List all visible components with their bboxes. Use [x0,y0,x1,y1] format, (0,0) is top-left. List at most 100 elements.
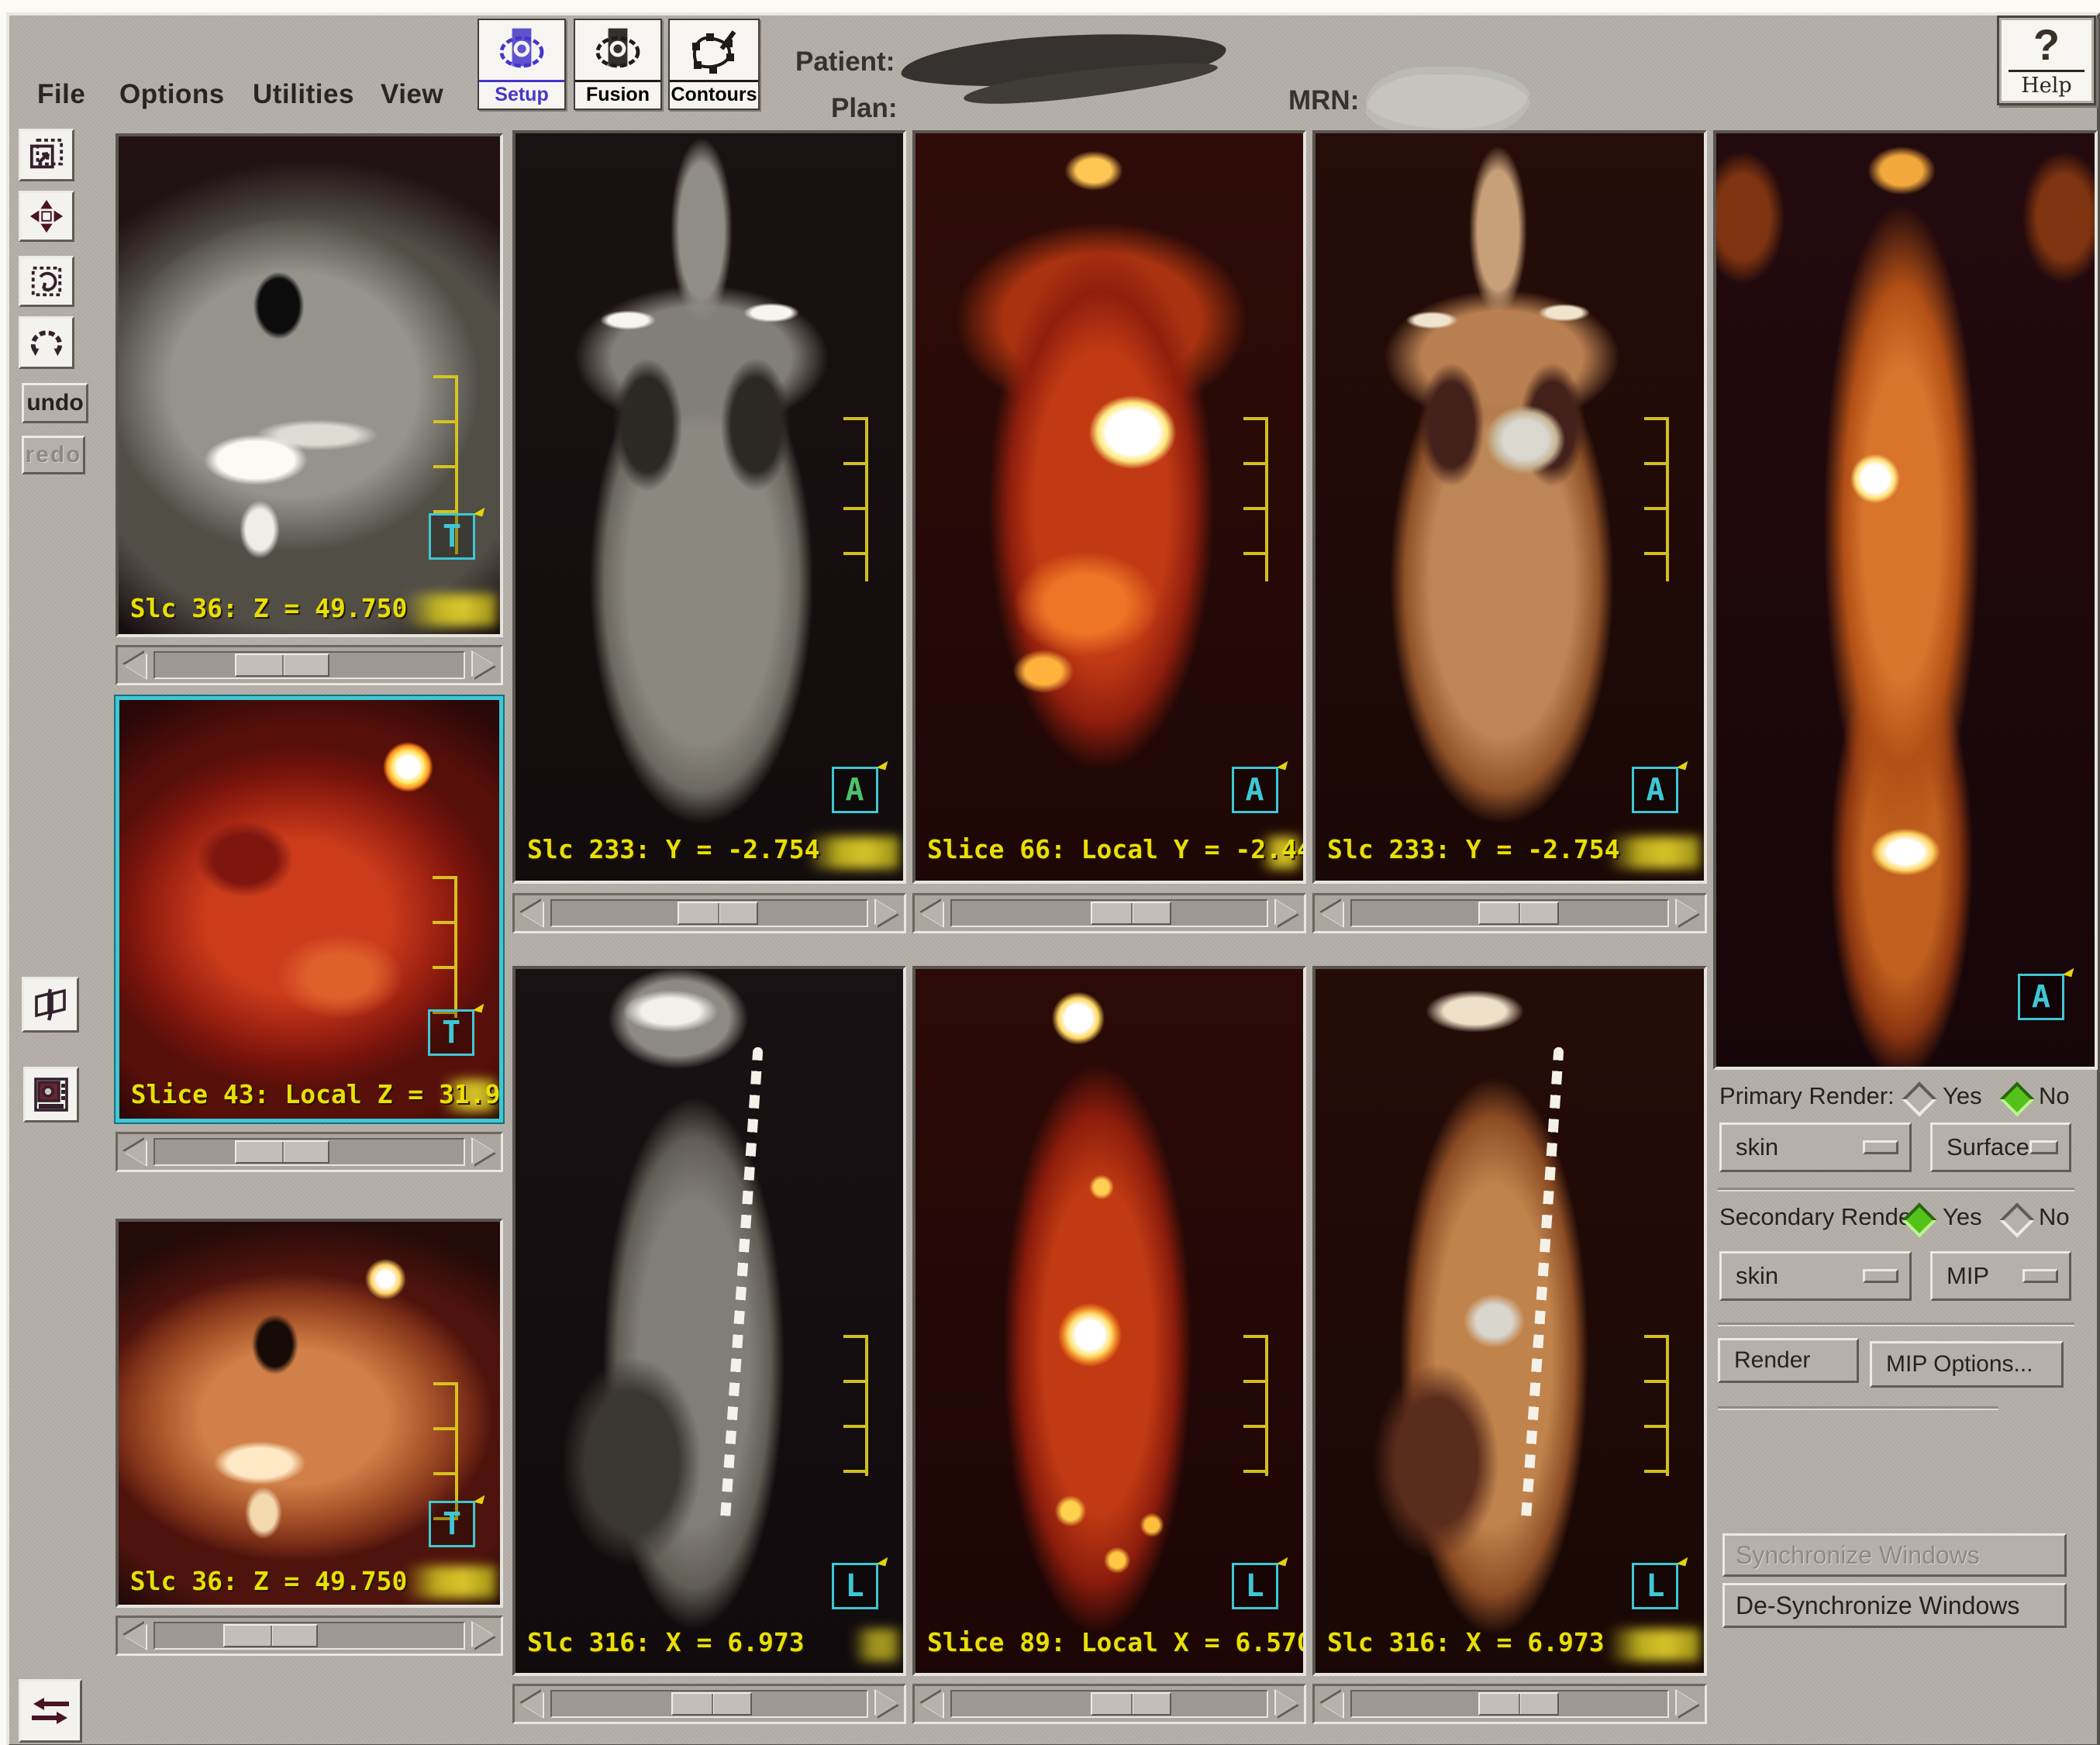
setup-button[interactable]: Setup [478,19,566,110]
rotate-slice-icon [29,264,64,299]
scroll-trough[interactable] [950,1690,1268,1718]
scroll-trough[interactable] [153,1138,465,1166]
scale-ruler [433,876,457,1019]
setup-caption: Setup [479,80,564,109]
fusion-caption: Fusion [575,80,660,109]
sagittal-fused-scrollbar[interactable] [1312,1684,1707,1724]
scale-ruler [843,417,868,581]
scale-ruler [433,1382,458,1520]
scroll-right-arrow[interactable] [473,1139,495,1165]
scroll-left-arrow[interactable] [521,900,543,926]
scroll-left-arrow[interactable] [921,900,943,926]
primary-no-radio[interactable] [1999,1081,2034,1116]
primary-no-label[interactable]: No [2039,1082,2070,1110]
scroll-right-arrow[interactable] [1677,900,1698,926]
mrn-label: MRN: [1288,85,1359,116]
orientation-marker: A [1232,767,1278,813]
option-menu-indicator [1863,1140,1898,1154]
synchronize-windows-button[interactable]: Synchronize Windows [1722,1533,2067,1577]
mip-options-button[interactable]: MIP Options... [1870,1341,2064,1388]
scroll-left-arrow[interactable] [1321,1691,1343,1717]
scroll-left-arrow[interactable] [921,1691,943,1717]
scroll-right-arrow[interactable] [473,1623,495,1649]
coronal-pet-scrollbar[interactable] [912,893,1306,933]
scroll-trough[interactable] [950,899,1268,927]
scroll-right-arrow[interactable] [1276,1691,1298,1717]
scroll-right-arrow[interactable] [1677,1691,1698,1717]
scroll-thumb[interactable] [1091,902,1171,925]
scroll-left-arrow[interactable] [1321,900,1343,926]
axial-pet-scrollbar[interactable] [116,1132,503,1172]
menu-utilities[interactable]: Utilities [253,79,354,110]
secondary-render-label: Secondary Render: [1719,1203,1926,1231]
rotate-slice-button[interactable] [19,256,74,307]
question-mark-icon: ? [2033,23,2060,67]
scroll-right-arrow[interactable] [1276,900,1298,926]
fusion-button[interactable]: Fusion [574,19,662,110]
label-streak [1607,836,1700,869]
sagittal-ct-scrollbar[interactable] [512,1684,906,1724]
axial-fused-scrollbar[interactable] [116,1616,503,1656]
primary-yes-label[interactable]: Yes [1943,1082,1982,1110]
render-button[interactable]: Render [1718,1338,1859,1383]
label-streak [1607,1629,1700,1661]
menu-view[interactable]: View [381,79,443,110]
scroll-trough[interactable] [1350,899,1669,927]
mip-render-image[interactable] [1716,133,2095,1067]
divider [1718,1188,2074,1190]
primary-yes-radio[interactable] [1902,1081,1936,1116]
divider [1718,1406,1998,1409]
mip-render-viewport: A [1713,130,2098,1070]
scale-ruler [1243,1335,1268,1476]
orientation-marker: T [429,513,475,560]
scroll-thumb[interactable] [235,654,329,677]
swap-views-button[interactable] [19,1679,82,1743]
pan-button[interactable] [19,191,74,242]
scroll-thumb[interactable] [1478,1692,1559,1716]
scroll-right-arrow[interactable] [473,652,495,678]
scroll-trough[interactable] [550,1690,868,1718]
secondary-no-label[interactable]: No [2039,1203,2070,1231]
orientation-marker: T [429,1501,475,1547]
scroll-thumb[interactable] [223,1624,318,1647]
scroll-right-arrow[interactable] [876,900,898,926]
scroll-thumb[interactable] [1091,1692,1171,1716]
slice-label: Slc 316: X = 6.973 [527,1627,805,1657]
coronal-ct-scrollbar[interactable] [512,893,906,933]
undo-button[interactable]: undo [22,383,88,423]
axial-ct-scrollbar[interactable] [116,645,503,685]
flip-views-button[interactable] [22,977,79,1033]
scroll-left-arrow[interactable] [124,652,146,678]
sagittal-pet-scrollbar[interactable] [912,1684,1306,1724]
primary-mode-dropdown[interactable]: Surface [1930,1123,2071,1172]
scroll-right-arrow[interactable] [876,1691,898,1717]
scroll-trough[interactable] [153,1622,465,1650]
rotate-3d-button[interactable] [19,316,74,369]
menu-file[interactable]: File [37,79,85,110]
contours-button[interactable]: Contours [668,19,760,110]
scroll-left-arrow[interactable] [124,1139,146,1165]
redo-button[interactable]: redo [22,436,85,474]
secondary-mode-dropdown[interactable]: MIP [1930,1251,2071,1301]
scroll-trough[interactable] [1350,1690,1669,1718]
secondary-yes-label[interactable]: Yes [1943,1203,1982,1231]
scroll-left-arrow[interactable] [124,1623,146,1649]
secondary-object-dropdown[interactable]: skin [1719,1251,1912,1301]
zoom-window-icon [29,137,64,173]
scroll-thumb[interactable] [671,1692,752,1716]
scroll-trough[interactable] [550,899,868,927]
scroll-trough[interactable] [153,651,465,679]
menu-options[interactable]: Options [119,79,225,110]
scale-ruler [1644,417,1669,581]
display-settings-button[interactable] [23,1067,79,1123]
scroll-thumb[interactable] [235,1140,329,1164]
help-button[interactable]: ? Help [1997,16,2096,105]
coronal-fused-scrollbar[interactable] [1312,893,1707,933]
scroll-thumb[interactable] [1478,902,1559,925]
desynchronize-windows-button[interactable]: De-Synchronize Windows [1722,1583,2067,1628]
secondary-no-radio[interactable] [1999,1202,2034,1237]
scroll-thumb[interactable] [678,902,758,925]
zoom-window-button[interactable] [19,129,74,181]
scroll-left-arrow[interactable] [521,1691,543,1717]
primary-object-dropdown[interactable]: skin [1719,1123,1912,1172]
